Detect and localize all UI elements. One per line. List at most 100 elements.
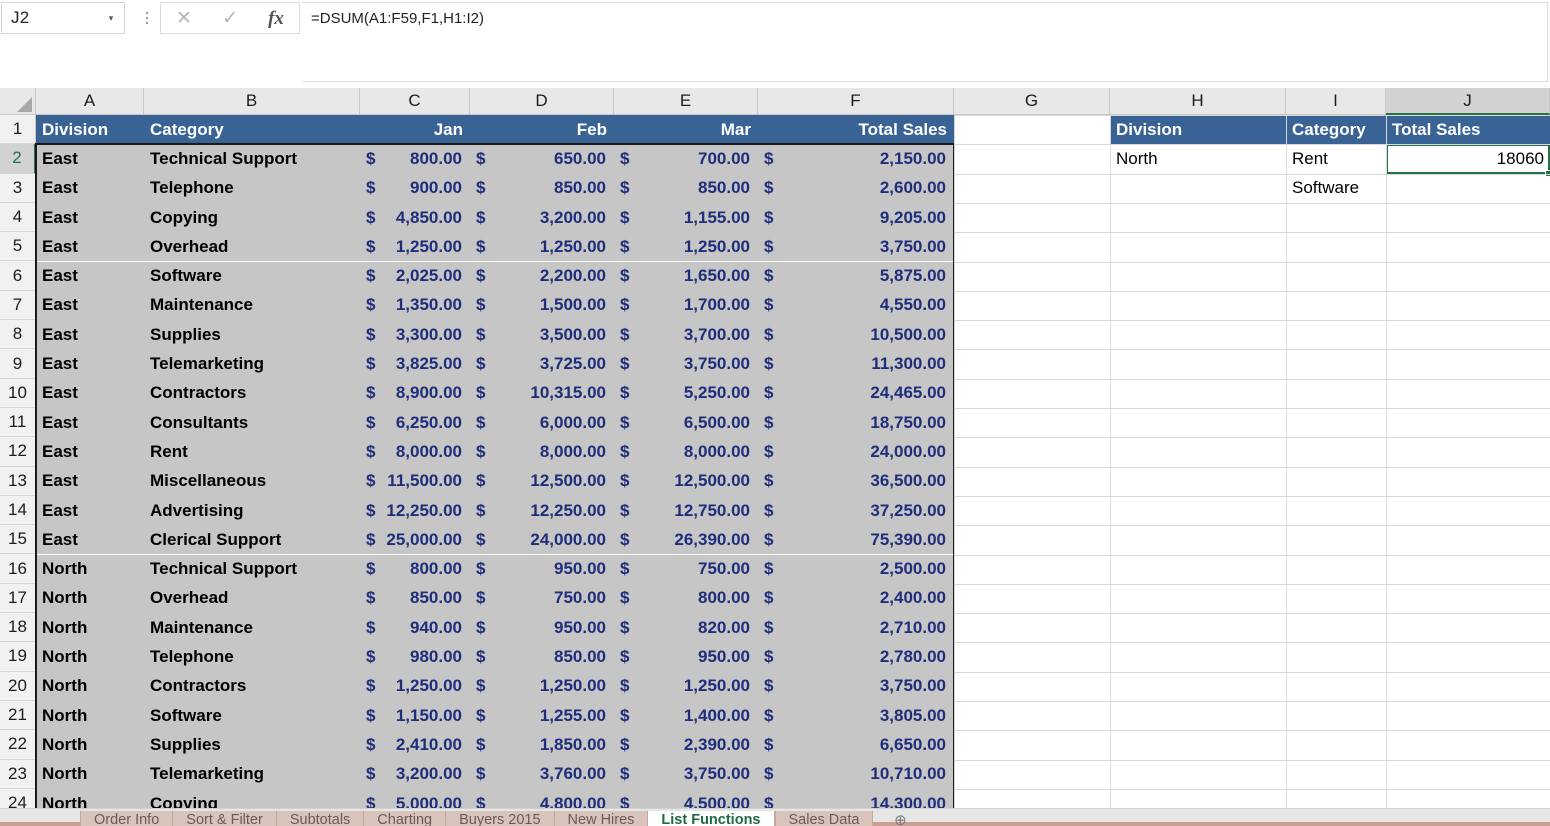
cell-jan[interactable]: $800.00	[360, 144, 470, 174]
row-header-5[interactable]: 5	[0, 232, 36, 262]
cell-division[interactable]: East	[36, 202, 144, 233]
cell-total[interactable]: $9,205.00	[758, 202, 954, 233]
cell-category[interactable]: Copying	[144, 202, 360, 233]
cell-division[interactable]: East	[36, 144, 144, 174]
cell-total[interactable]: $2,600.00	[758, 173, 954, 203]
cell-feb[interactable]: $12,250.00	[470, 495, 614, 526]
cell-total[interactable]: $5,875.00	[758, 261, 954, 291]
cell-feb[interactable]: $3,200.00	[470, 202, 614, 233]
row-header-19[interactable]: 19	[0, 642, 36, 672]
cancel-icon[interactable]: ✕	[176, 9, 192, 28]
cell-mar[interactable]: $3,750.00	[614, 349, 758, 379]
cell-division[interactable]: North	[36, 554, 144, 584]
cell-criteria-header-division[interactable]: Division	[1110, 115, 1286, 145]
cell-mar[interactable]: $3,750.00	[614, 759, 758, 789]
cell-category[interactable]: Consultants	[144, 408, 360, 438]
column-header-g[interactable]: G	[954, 88, 1110, 115]
cell-division[interactable]: East	[36, 320, 144, 350]
cell-division[interactable]: North	[36, 730, 144, 760]
cell-total[interactable]: $3,750.00	[758, 671, 954, 701]
row-header-7[interactable]: 7	[0, 290, 36, 321]
cell-total[interactable]: $2,500.00	[758, 554, 954, 584]
cell-mar[interactable]: $820.00	[614, 613, 758, 643]
column-header-h[interactable]: H	[1110, 88, 1286, 115]
cell-header-jan[interactable]: Jan	[360, 115, 470, 145]
cell-jan[interactable]: $2,025.00	[360, 261, 470, 291]
cell-division[interactable]: East	[36, 261, 144, 291]
cell-header-feb[interactable]: Feb	[470, 115, 614, 145]
cell-jan[interactable]: $900.00	[360, 173, 470, 203]
cell-jan[interactable]: $4,850.00	[360, 202, 470, 233]
cell-total[interactable]: $75,390.00	[758, 525, 954, 555]
cell-mar[interactable]: $750.00	[614, 554, 758, 584]
cell-jan[interactable]: $6,250.00	[360, 408, 470, 438]
insert-function-icon[interactable]: fx	[268, 9, 284, 28]
cell-total[interactable]: $24,000.00	[758, 437, 954, 467]
cell-category[interactable]: Contractors	[144, 378, 360, 408]
cell-jan[interactable]: $980.00	[360, 642, 470, 672]
cell-jan[interactable]: $1,250.00	[360, 232, 470, 262]
row-header-17[interactable]: 17	[0, 583, 36, 614]
column-header-c[interactable]: C	[360, 88, 470, 115]
cell-criteria-header-total-sales[interactable]: Total Sales	[1386, 115, 1550, 145]
row-header-1[interactable]: 1	[0, 115, 36, 145]
cell-feb[interactable]: $750.00	[470, 583, 614, 614]
row-header-13[interactable]: 13	[0, 466, 36, 496]
cell-mar[interactable]: $800.00	[614, 583, 758, 614]
cell-feb[interactable]: $10,315.00	[470, 378, 614, 408]
row-header-8[interactable]: 8	[0, 320, 36, 350]
cell-total[interactable]: $24,465.00	[758, 378, 954, 408]
cell-category[interactable]: Software	[144, 261, 360, 291]
cell-criteria-division[interactable]: North	[1110, 144, 1286, 174]
cell-jan[interactable]: $800.00	[360, 554, 470, 584]
cell-category[interactable]: Maintenance	[144, 613, 360, 643]
cell-total[interactable]: $2,780.00	[758, 642, 954, 672]
cell-jan[interactable]: $2,410.00	[360, 730, 470, 760]
cell-division[interactable]: East	[36, 173, 144, 203]
cell-jan[interactable]: $8,000.00	[360, 437, 470, 467]
column-header-d[interactable]: D	[470, 88, 614, 115]
cell-criteria-header-category[interactable]: Category	[1286, 115, 1386, 145]
cell-mar[interactable]: $850.00	[614, 173, 758, 203]
cell-feb[interactable]: $2,200.00	[470, 261, 614, 291]
cell-division[interactable]: East	[36, 232, 144, 262]
row-header-3[interactable]: 3	[0, 173, 36, 203]
chevron-down-icon[interactable]: ▾	[102, 13, 124, 24]
cell-mar[interactable]: $3,700.00	[614, 320, 758, 350]
cell-dsum-result[interactable]: 18060	[1386, 144, 1550, 174]
cell-division[interactable]: East	[36, 408, 144, 438]
cell-total[interactable]: $6,650.00	[758, 730, 954, 760]
cell-header-total-sales[interactable]: Total Sales	[758, 115, 954, 145]
cell-mar[interactable]: $12,500.00	[614, 466, 758, 496]
row-header-12[interactable]: 12	[0, 437, 36, 467]
check-icon[interactable]: ✓	[222, 9, 238, 28]
cell-mar[interactable]: $5,250.00	[614, 378, 758, 408]
cell-jan[interactable]: $850.00	[360, 583, 470, 614]
cell-mar[interactable]: $1,250.00	[614, 671, 758, 701]
cell-jan[interactable]: $1,350.00	[360, 290, 470, 321]
row-header-18[interactable]: 18	[0, 613, 36, 643]
cell-criteria-category[interactable]: Rent	[1286, 144, 1386, 174]
cell-category[interactable]: Supplies	[144, 320, 360, 350]
cell-feb[interactable]: $24,000.00	[470, 525, 614, 555]
cell-feb[interactable]: $6,000.00	[470, 408, 614, 438]
cell-jan[interactable]: $8,900.00	[360, 378, 470, 408]
row-header-2[interactable]: 2	[0, 144, 36, 174]
cell-mar[interactable]: $950.00	[614, 642, 758, 672]
row-header-23[interactable]: 23	[0, 759, 36, 789]
cell-division[interactable]: North	[36, 613, 144, 643]
cell-feb[interactable]: $12,500.00	[470, 466, 614, 496]
cell-division[interactable]: North	[36, 583, 144, 614]
cell-total[interactable]: $18,750.00	[758, 408, 954, 438]
cell-total[interactable]: $36,500.00	[758, 466, 954, 496]
cell-feb[interactable]: $3,500.00	[470, 320, 614, 350]
formula-input[interactable]: =DSUM(A1:F59,F1,H1:I2)	[302, 2, 1548, 82]
cell-jan[interactable]: $3,200.00	[360, 759, 470, 789]
cell-feb[interactable]: $1,850.00	[470, 730, 614, 760]
cell-category[interactable]: Advertising	[144, 495, 360, 526]
cell-division[interactable]: East	[36, 525, 144, 555]
column-header-e[interactable]: E	[614, 88, 758, 115]
cell-category[interactable]: Miscellaneous	[144, 466, 360, 496]
cell-feb[interactable]: $3,725.00	[470, 349, 614, 379]
cell-division[interactable]: North	[36, 759, 144, 789]
